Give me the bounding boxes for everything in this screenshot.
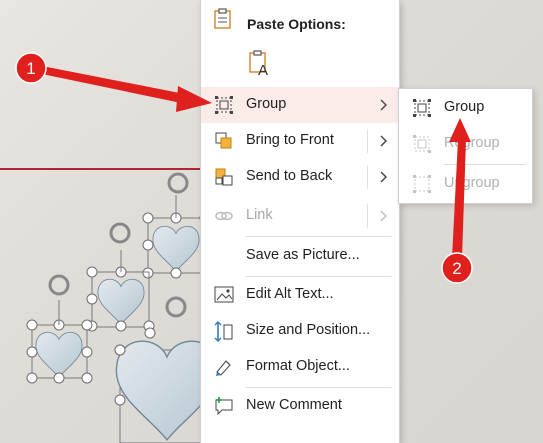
chevron-right-icon[interactable] xyxy=(377,131,391,151)
ungroup-icon xyxy=(412,174,432,194)
new-comment-icon xyxy=(214,396,234,416)
alt-text-icon xyxy=(214,285,234,305)
menu-item-label: New Comment xyxy=(246,397,342,413)
menu-item-send-to-back[interactable]: Send to Back xyxy=(201,159,399,195)
chevron-right-icon[interactable] xyxy=(377,167,391,187)
chevron-right-icon xyxy=(377,206,391,226)
menu-item-new-comment[interactable]: New Comment xyxy=(201,388,399,424)
submenu-item-regroup: Regroup xyxy=(399,126,532,162)
menu-item-label: Send to Back xyxy=(246,168,333,184)
context-menu: Paste Options: A Group Bring to Front Se… xyxy=(200,0,400,443)
chevron-right-icon xyxy=(377,95,391,115)
submenu-item-ungroup: Ungroup xyxy=(399,166,532,202)
menu-item-label: Size and Position... xyxy=(246,322,371,338)
menu-item-bring-to-front[interactable]: Bring to Front xyxy=(201,123,399,159)
size-position-icon xyxy=(214,321,234,342)
menu-item-format-object[interactable]: Format Object... xyxy=(201,349,399,385)
heart-shape-2[interactable] xyxy=(86,250,156,356)
menu-item-label: Edit Alt Text... xyxy=(246,286,334,302)
paste-options-header: Paste Options: xyxy=(247,16,346,32)
submenu-item-label: Group xyxy=(444,99,485,115)
heart-shape-large[interactable] xyxy=(114,340,205,443)
menu-item-label: Format Object... xyxy=(246,358,350,374)
menu-item-label: Save as Picture... xyxy=(246,247,360,263)
menu-item-save-as-picture[interactable]: Save as Picture... xyxy=(201,238,399,274)
menu-item-edit-alt-text[interactable]: Edit Alt Text... xyxy=(201,277,399,313)
clipboard-icon xyxy=(213,8,233,35)
menu-split-divider xyxy=(367,204,368,228)
submenu-item-label: Ungroup xyxy=(444,175,500,191)
group-icon xyxy=(412,98,432,118)
heart-shape-3[interactable] xyxy=(26,274,93,384)
submenu-item-label: Regroup xyxy=(444,135,500,151)
menu-item-link: Link xyxy=(201,198,399,234)
group-submenu: Group Regroup Ungroup xyxy=(398,88,533,204)
regroup-icon xyxy=(412,134,432,154)
send-to-back-icon xyxy=(214,167,234,187)
grouped-hearts[interactable] xyxy=(0,0,205,443)
menu-separator xyxy=(246,236,391,237)
group-icon xyxy=(214,95,234,115)
menu-split-divider xyxy=(367,129,368,153)
bring-to-front-icon xyxy=(214,131,234,151)
menu-item-group[interactable]: Group xyxy=(201,87,399,123)
link-icon xyxy=(214,206,234,226)
submenu-item-group[interactable]: Group xyxy=(399,90,532,126)
svg-text:A: A xyxy=(258,62,268,76)
menu-item-label: Group xyxy=(246,96,287,112)
submenu-separator xyxy=(444,164,526,165)
menu-split-divider xyxy=(367,165,368,189)
format-object-icon xyxy=(214,357,234,377)
menu-item-size-and-position[interactable]: Size and Position... xyxy=(201,313,399,349)
menu-item-label: Link xyxy=(246,207,273,223)
menu-item-label: Bring to Front xyxy=(246,132,334,148)
paste-keep-text-only-icon[interactable]: A xyxy=(248,50,272,81)
